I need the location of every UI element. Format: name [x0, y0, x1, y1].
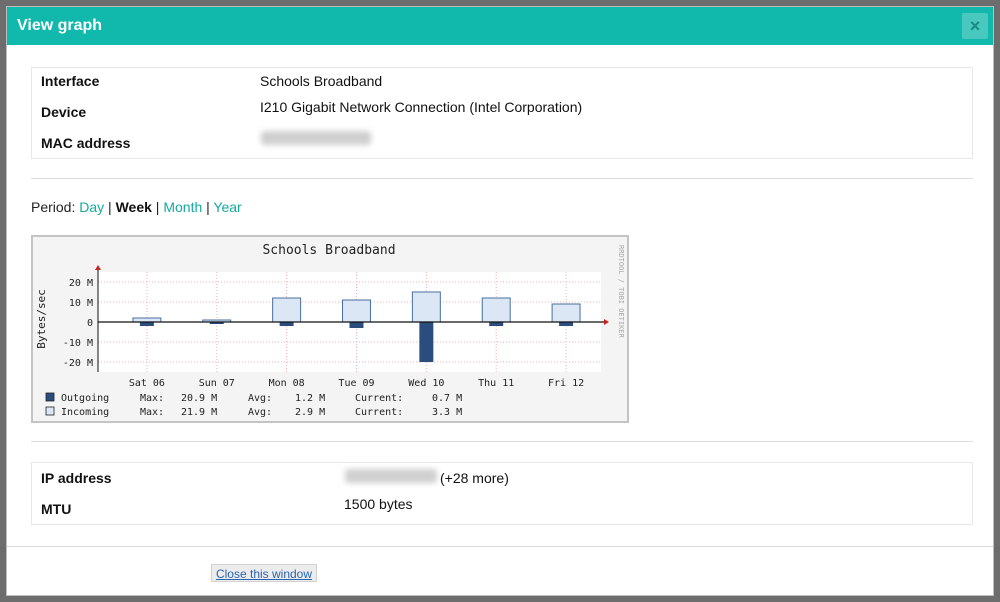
period-day-link[interactable]: Day [79, 199, 104, 215]
incoming-mark [551, 303, 581, 323]
legend-series-name: Outgoing [61, 393, 109, 404]
dialog-title: View graph [17, 17, 103, 34]
legend-swatch [45, 392, 55, 402]
graph-title: Schools Broadband [262, 243, 395, 258]
legend-series-name: Incoming [61, 407, 109, 418]
legend-max-label: Max: [140, 407, 164, 418]
outgoing-mark [419, 322, 434, 362]
legend-current-label: Current: [355, 393, 403, 404]
mac-address-label: MAC address [41, 135, 131, 151]
view-graph-dialog: View graph × Interface Schools Broadband… [6, 6, 994, 596]
legend-max-label: Max: [140, 393, 164, 404]
ip-address-label: IP address [41, 470, 112, 486]
x-tick-labels: Sat 06 Sun 07 Mon 08 Tue 09 Wed 10 Thu 11 Fri … [129, 378, 584, 389]
incoming-mark [342, 299, 371, 323]
legend-max-value: 20.9 M [181, 393, 217, 404]
legend-current-value: 0.7 M [432, 393, 462, 404]
x-tick-label: Tue 09 [338, 378, 374, 389]
outgoing-mark [139, 322, 154, 326]
period-week-selected: Week [115, 199, 152, 215]
x-axis-arrow [604, 319, 609, 325]
dialog-footer: Close this window [7, 546, 993, 595]
traffic-graph: Schools Broadband Bytes/sec RRDTOOL / TO… [31, 235, 629, 423]
y-tick-label: 20 M [69, 278, 93, 289]
period-month-link[interactable]: Month [163, 199, 202, 215]
incoming-mark [481, 297, 511, 323]
legend-max-value: 21.9 M [181, 407, 217, 418]
outgoing-mark [559, 322, 574, 326]
graph-watermark: RRDTOOL / TOBI OETIKER [617, 245, 625, 339]
mtu-value: 1500 bytes [344, 496, 413, 512]
legend-avg-value: 1.2 M [295, 393, 325, 404]
period-separator: | [155, 199, 160, 215]
x-tick-label: Thu 11 [478, 378, 514, 389]
close-window-button[interactable]: Close this window [211, 564, 317, 582]
legend-swatch [45, 406, 55, 416]
mtu-label: MTU [41, 501, 72, 517]
legend-avg-label: Avg: [248, 393, 272, 404]
y-tick-label: -10 M [63, 338, 93, 349]
incoming-mark [132, 317, 162, 323]
x-tick-label: Sat 06 [129, 378, 165, 389]
legend-current-label: Current: [355, 407, 403, 418]
x-tick-label: Wed 10 [408, 378, 444, 389]
y-tick-label: -20 M [63, 358, 93, 369]
y-tick-label: 10 M [69, 298, 93, 309]
x-tick-label: Sun 07 [199, 378, 235, 389]
legend-avg-value: 2.9 M [295, 407, 325, 418]
outgoing-mark [279, 322, 294, 326]
incoming-mark [272, 297, 302, 323]
device-label: Device [41, 104, 87, 120]
incoming-mark [411, 291, 441, 323]
ip-address-value-redacted [345, 469, 437, 483]
interface-label: Interface [41, 73, 100, 89]
dialog-titlebar: View graph × [7, 7, 993, 45]
outgoing-mark [349, 322, 364, 328]
period-selector: Period: Day | Week | Month | Year [31, 199, 242, 215]
outgoing-mark [489, 322, 504, 326]
period-prefix: Period: [31, 199, 76, 215]
close-icon[interactable]: × [962, 13, 988, 39]
divider [31, 441, 973, 442]
x-tick-label: Fri 12 [548, 378, 584, 389]
interface-value: Schools Broadband [260, 73, 383, 89]
divider [31, 178, 973, 179]
ip-more-count: (+28 more) [440, 470, 509, 486]
y-tick-label: 0 [87, 318, 93, 329]
graph-legend: Outgoing Max: 20.9 M Avg: 1.2 M Current: 0.7 M… [45, 392, 462, 418]
graph-ylabel: Bytes/sec [35, 289, 48, 349]
legend-current-value: 3.3 M [432, 407, 462, 418]
y-axis-arrow [95, 265, 101, 270]
period-separator: | [108, 199, 112, 215]
period-separator: | [206, 199, 210, 215]
y-tick-labels: 20 M 10 M 0 -10 M -20 M [63, 278, 93, 369]
period-year-link[interactable]: Year [213, 199, 241, 215]
mac-address-value-redacted [261, 131, 371, 145]
x-tick-label: Mon 08 [269, 378, 305, 389]
legend-avg-label: Avg: [248, 407, 272, 418]
traffic-graph-svg: Schools Broadband Bytes/sec RRDTOOL / TO… [35, 243, 625, 418]
device-value: I210 Gigabit Network Connection (Intel C… [260, 99, 583, 115]
